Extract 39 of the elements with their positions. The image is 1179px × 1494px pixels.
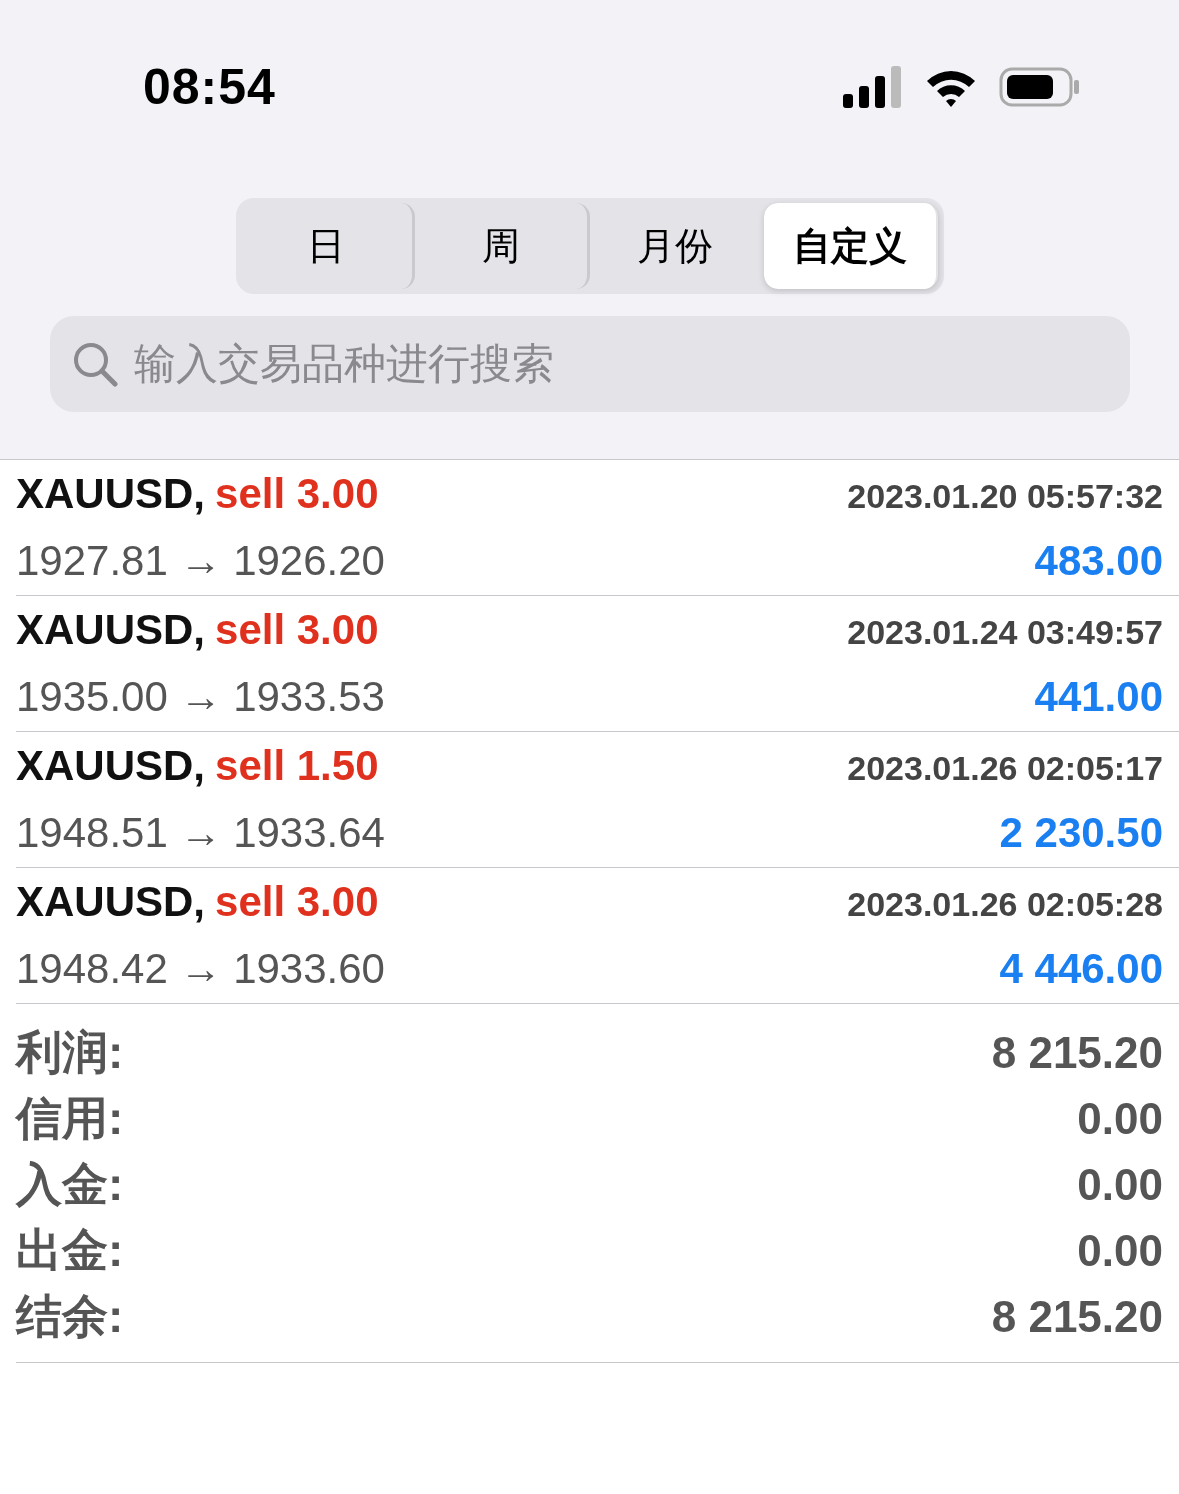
period-tab[interactable]: 月份 xyxy=(589,203,764,289)
trade-profit: 441.00 xyxy=(1034,673,1163,721)
period-tab[interactable]: 自定义 xyxy=(764,203,939,289)
search-field[interactable]: 输入交易品种进行搜索 xyxy=(49,316,1130,412)
summary-value: 0.00 xyxy=(1077,1094,1163,1144)
trade-side-text: sell 1.50 xyxy=(215,742,379,789)
summary-value: 8 215.20 xyxy=(991,1028,1163,1078)
period-tab[interactable]: 周 xyxy=(415,203,590,289)
trade-side-text: sell 3.00 xyxy=(215,878,379,925)
summary-label: 出金: xyxy=(16,1223,124,1278)
price-range: 1948.42 → 1933.60 xyxy=(16,945,385,993)
trade-side-text: sell 3.00 xyxy=(215,470,379,517)
summary-label: 结余: xyxy=(16,1289,124,1344)
trade-time: 2023.01.26 02:05:17 xyxy=(847,749,1163,788)
summary-value: 0.00 xyxy=(1077,1160,1163,1210)
period-tab[interactable]: 日 xyxy=(240,203,415,289)
symbol-text: XAUUSD, xyxy=(16,470,206,517)
battery-icon xyxy=(999,67,1081,107)
symbol-text: XAUUSD, xyxy=(16,878,206,925)
trade-side-text: sell 3.00 xyxy=(215,606,379,653)
trade-profit: 4 446.00 xyxy=(999,945,1163,993)
summary-value: 8 215.20 xyxy=(991,1292,1163,1342)
summary-label: 利润: xyxy=(16,1025,124,1080)
price-range: 1948.51 → 1933.64 xyxy=(16,809,385,857)
summary-label: 信用: xyxy=(16,1091,124,1146)
trade-time: 2023.01.20 05:57:32 xyxy=(847,477,1163,516)
symbol-text: XAUUSD, xyxy=(16,742,206,789)
trade-time: 2023.01.24 03:49:57 xyxy=(847,613,1163,652)
summary-value: 0.00 xyxy=(1077,1226,1163,1276)
status-time: 08:54 xyxy=(143,58,276,116)
trade-profit: 2 230.50 xyxy=(999,809,1163,857)
search-icon xyxy=(71,341,118,387)
trade-time: 2023.01.26 02:05:28 xyxy=(847,885,1163,924)
signal-icon xyxy=(843,66,903,108)
price-range: 1927.81 → 1926.20 xyxy=(16,537,385,585)
price-range: 1935.00 → 1933.53 xyxy=(16,673,385,721)
summary-label: 入金: xyxy=(16,1157,124,1212)
symbol-text: XAUUSD, xyxy=(16,606,206,653)
trade-profit: 483.00 xyxy=(1034,537,1163,585)
